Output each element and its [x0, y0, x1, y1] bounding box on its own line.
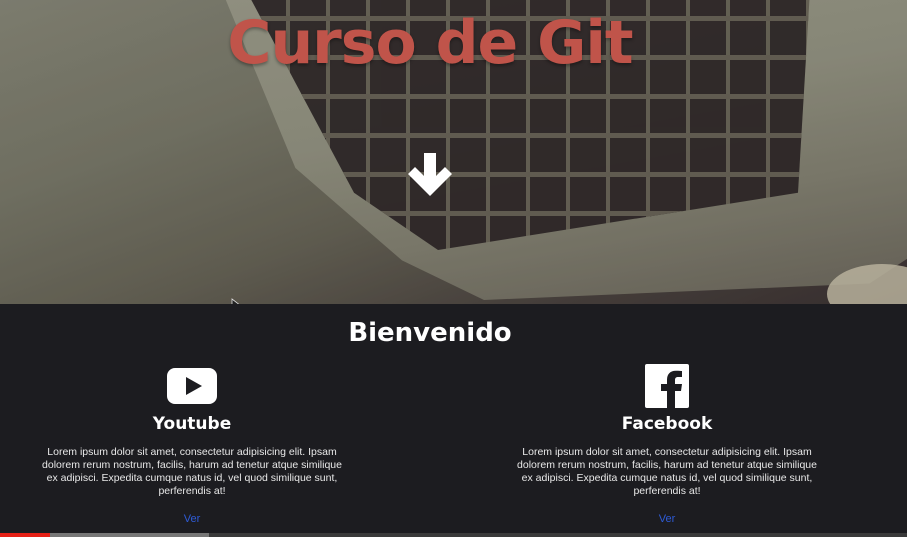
youtube-card: Youtube Lorem ipsum dolor sit amet, cons…	[42, 364, 342, 525]
facebook-card-text: Lorem ipsum dolor sit amet, consectetur …	[517, 446, 817, 497]
hero-title: Curso de Git	[227, 8, 633, 78]
video-progress-bar[interactable]	[0, 533, 907, 537]
facebook-card: Facebook Lorem ipsum dolor sit amet, con…	[517, 364, 817, 525]
arrow-down-icon[interactable]	[405, 150, 455, 200]
youtube-card-text: Lorem ipsum dolor sit amet, consectetur …	[42, 446, 342, 497]
hero-banner: Curso de Git	[0, 0, 907, 304]
youtube-card-title: Youtube	[152, 414, 232, 434]
youtube-icon[interactable]	[166, 367, 218, 405]
facebook-card-link[interactable]: Ver	[517, 513, 817, 525]
facebook-icon-wrapper	[517, 364, 817, 408]
youtube-icon-wrapper	[42, 364, 342, 408]
welcome-section: Bienvenido Youtube Lorem ipsum dolor sit…	[0, 304, 907, 537]
youtube-card-link[interactable]: Ver	[42, 513, 342, 525]
facebook-icon[interactable]	[645, 364, 689, 408]
video-progress-played	[0, 533, 50, 537]
facebook-card-title: Facebook	[621, 414, 713, 434]
section-title: Bienvenido	[348, 318, 512, 348]
